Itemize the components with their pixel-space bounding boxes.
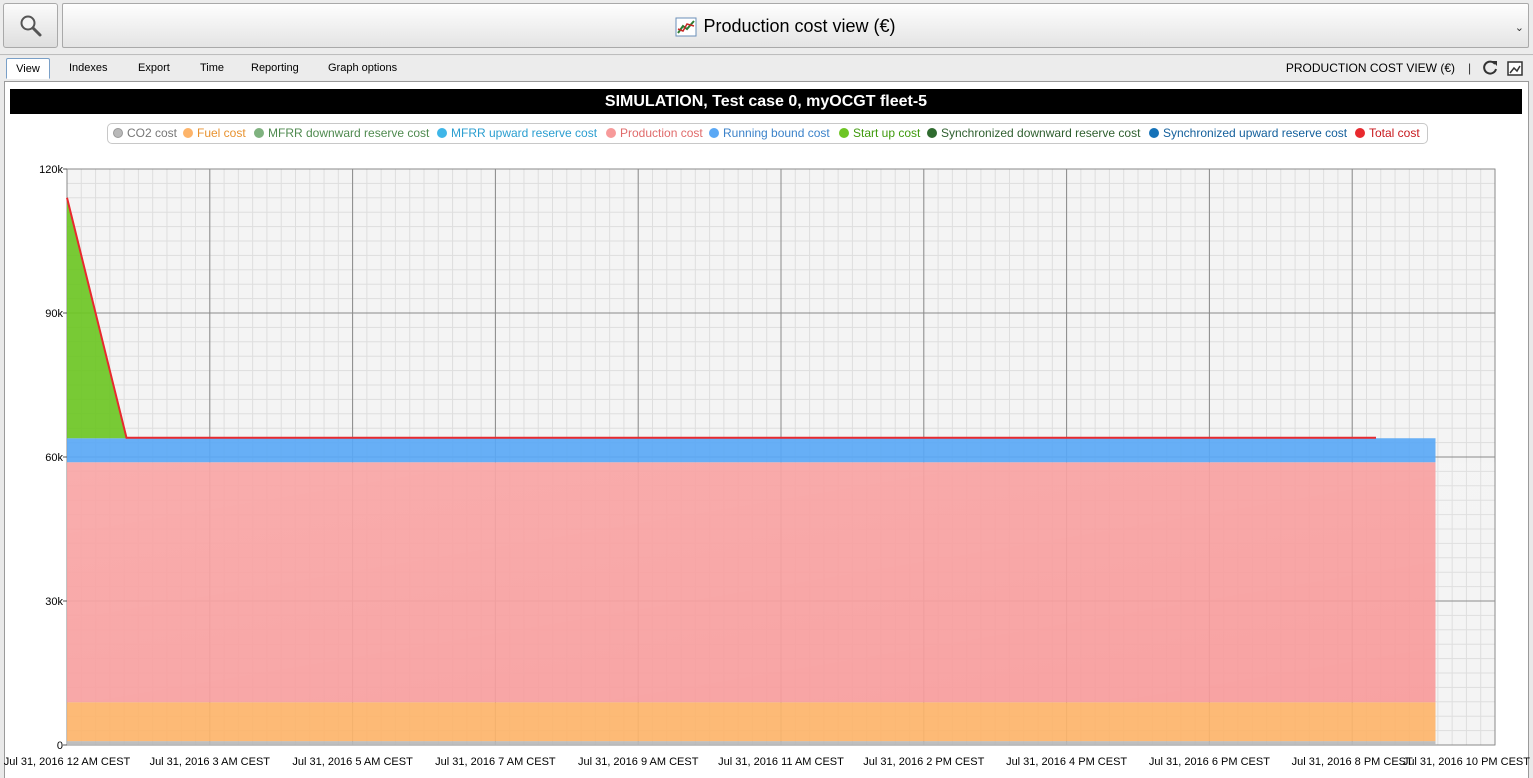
x-tick-label: Jul 31, 2016 11 AM CEST [718, 756, 844, 768]
x-tick-label: Jul 31, 2016 10 PM CEST [1403, 756, 1530, 768]
x-tick-label: Jul 31, 2016 3 AM CEST [150, 756, 271, 768]
series-area-0 [67, 741, 1436, 745]
y-tick-label: 0 [57, 740, 63, 752]
y-tick-label: 90k [45, 308, 63, 320]
y-tick-label: 30k [45, 596, 63, 608]
y-tick-label: 60k [45, 452, 63, 464]
x-tick-label: Jul 31, 2016 9 AM CEST [578, 756, 699, 768]
x-tick-label: Jul 31, 2016 7 AM CEST [435, 756, 556, 768]
x-tick-label: Jul 31, 2016 4 PM CEST [1006, 756, 1127, 768]
x-tick-label: Jul 31, 2016 6 PM CEST [1149, 756, 1270, 768]
x-tick-label: Jul 31, 2016 5 AM CEST [292, 756, 413, 768]
area-highlight [67, 462, 1495, 703]
x-tick-label: Jul 31, 2016 12 AM CEST [4, 756, 131, 768]
x-tick-label: Jul 31, 2016 8 PM CEST [1292, 756, 1413, 768]
chart-plot: 0 30k 60k 90k 120k Jul 31, 2016 12 AM CEST Jul… [4, 164, 1531, 768]
y-tick-label: 120k [39, 164, 63, 176]
x-tick-label: Jul 31, 2016 2 PM CEST [863, 756, 984, 768]
series-area-5 [67, 438, 1436, 463]
series-area-1 [67, 702, 1436, 742]
